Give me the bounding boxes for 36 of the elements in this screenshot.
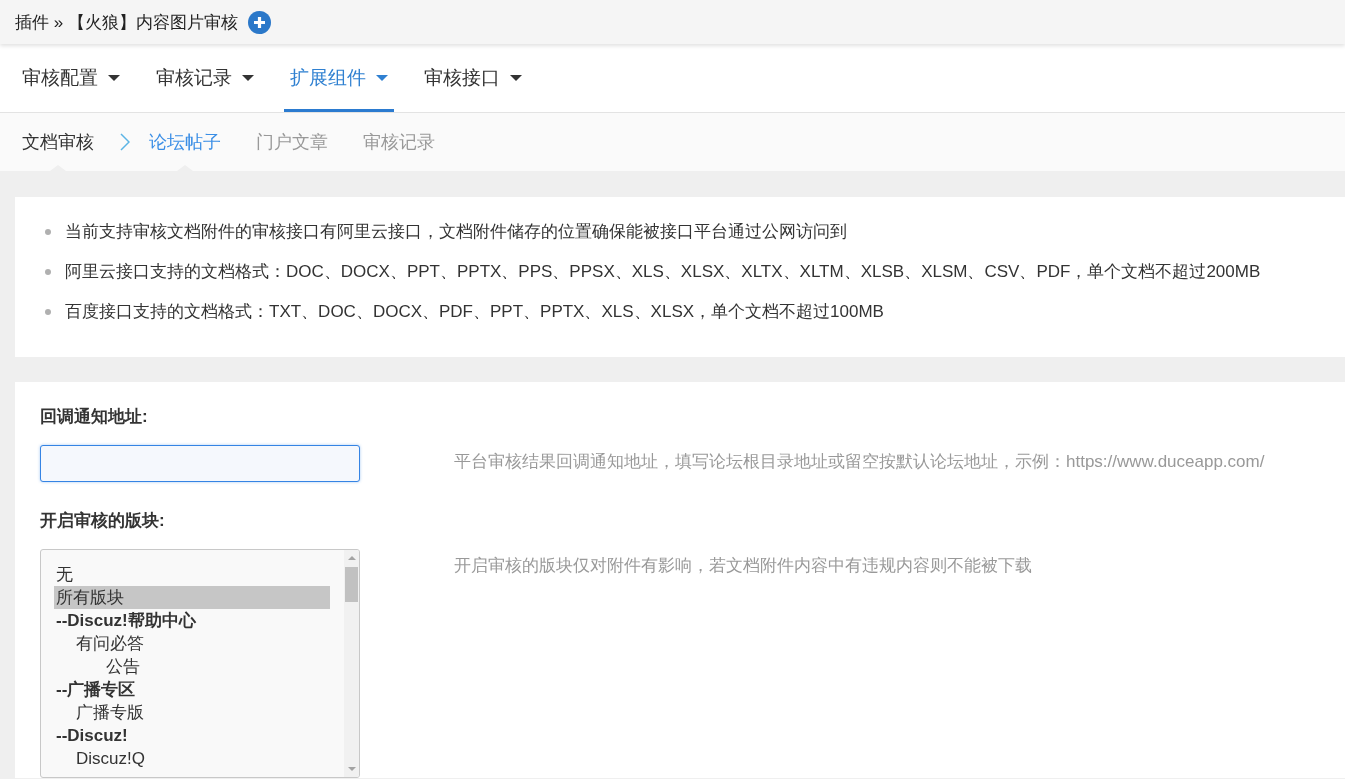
list-option[interactable]: 公告 <box>54 655 330 678</box>
hint-text: 平台审核结果回调通知地址，填写论坛根目录地址或留空按默认论坛地址，示例：https://www.duceapp.com/ <box>454 451 1265 473</box>
field-label: 回调通知地址: <box>40 406 149 428</box>
page-title: 插件 » 【火狼】内容图片审核 <box>15 11 238 34</box>
note-text: 当前支持审核文档附件的审核接口有阿里云接口，文档附件储存的位置确保能被接口平台通过公网访问到 <box>65 221 847 243</box>
arrow-down-icon[interactable] <box>347 767 356 771</box>
note-text: 百度接口支持的文档格式：TXT、DOC、DOCX、PDF、PPT、PPTX、XLS、XLSX，单个文档不超过100MB <box>65 301 884 323</box>
nav-tab[interactable]: 审核接口 <box>418 44 528 112</box>
list-option[interactable]: --广播专区 <box>54 678 330 701</box>
section-title: 文档审核 <box>22 131 94 154</box>
arrow-up-icon[interactable] <box>347 556 356 560</box>
list-option[interactable]: Discuz!Q <box>54 747 330 770</box>
list-option[interactable]: 广播专版 <box>54 701 330 724</box>
chevron-right-icon <box>120 133 130 151</box>
listbox[interactable]: 无 所有版块 --Discuz!帮助中心 有问必答 公告 --广播专区 广播专版 --Discuz! Discuz!Q <box>40 549 360 778</box>
bullet-icon <box>45 229 51 235</box>
caret-icon <box>108 75 120 81</box>
hint-text: 开启审核的版块仅对附件有影响，若文档附件内容中有违规内容则不能被下载 <box>454 555 1032 577</box>
scrollbar-thumb[interactable] <box>345 567 358 602</box>
list-option[interactable]: --Discuz! <box>54 724 330 747</box>
note-text: 阿里云接口支持的文档格式：DOC、DOCX、PPT、PPTX、PPS、PPSX、XLS、XLSX、XLTX、XLTM、XLSB、XLSM、CSV、PDF，单个文档不超过200MB <box>65 261 1261 283</box>
caret-icon <box>376 75 388 81</box>
nav-tab[interactable]: 审核记录 <box>150 44 260 112</box>
caret-icon <box>242 75 254 81</box>
bullet-icon <box>45 269 51 275</box>
list-option[interactable]: 无 <box>54 563 330 586</box>
caret-icon <box>510 75 522 81</box>
add-icon[interactable] <box>247 10 271 34</box>
list-option[interactable]: 所有版块 <box>54 586 330 609</box>
list-option[interactable]: 有问必答 <box>54 632 330 655</box>
field-label: 开启审核的版块: <box>40 510 166 532</box>
input-field[interactable] <box>40 445 360 482</box>
list-option[interactable]: --Discuz!帮助中心 <box>54 609 330 632</box>
scrollbar[interactable] <box>344 550 359 777</box>
nav-tab[interactable]: 审核配置 <box>16 44 126 112</box>
bullet-icon <box>45 309 51 315</box>
